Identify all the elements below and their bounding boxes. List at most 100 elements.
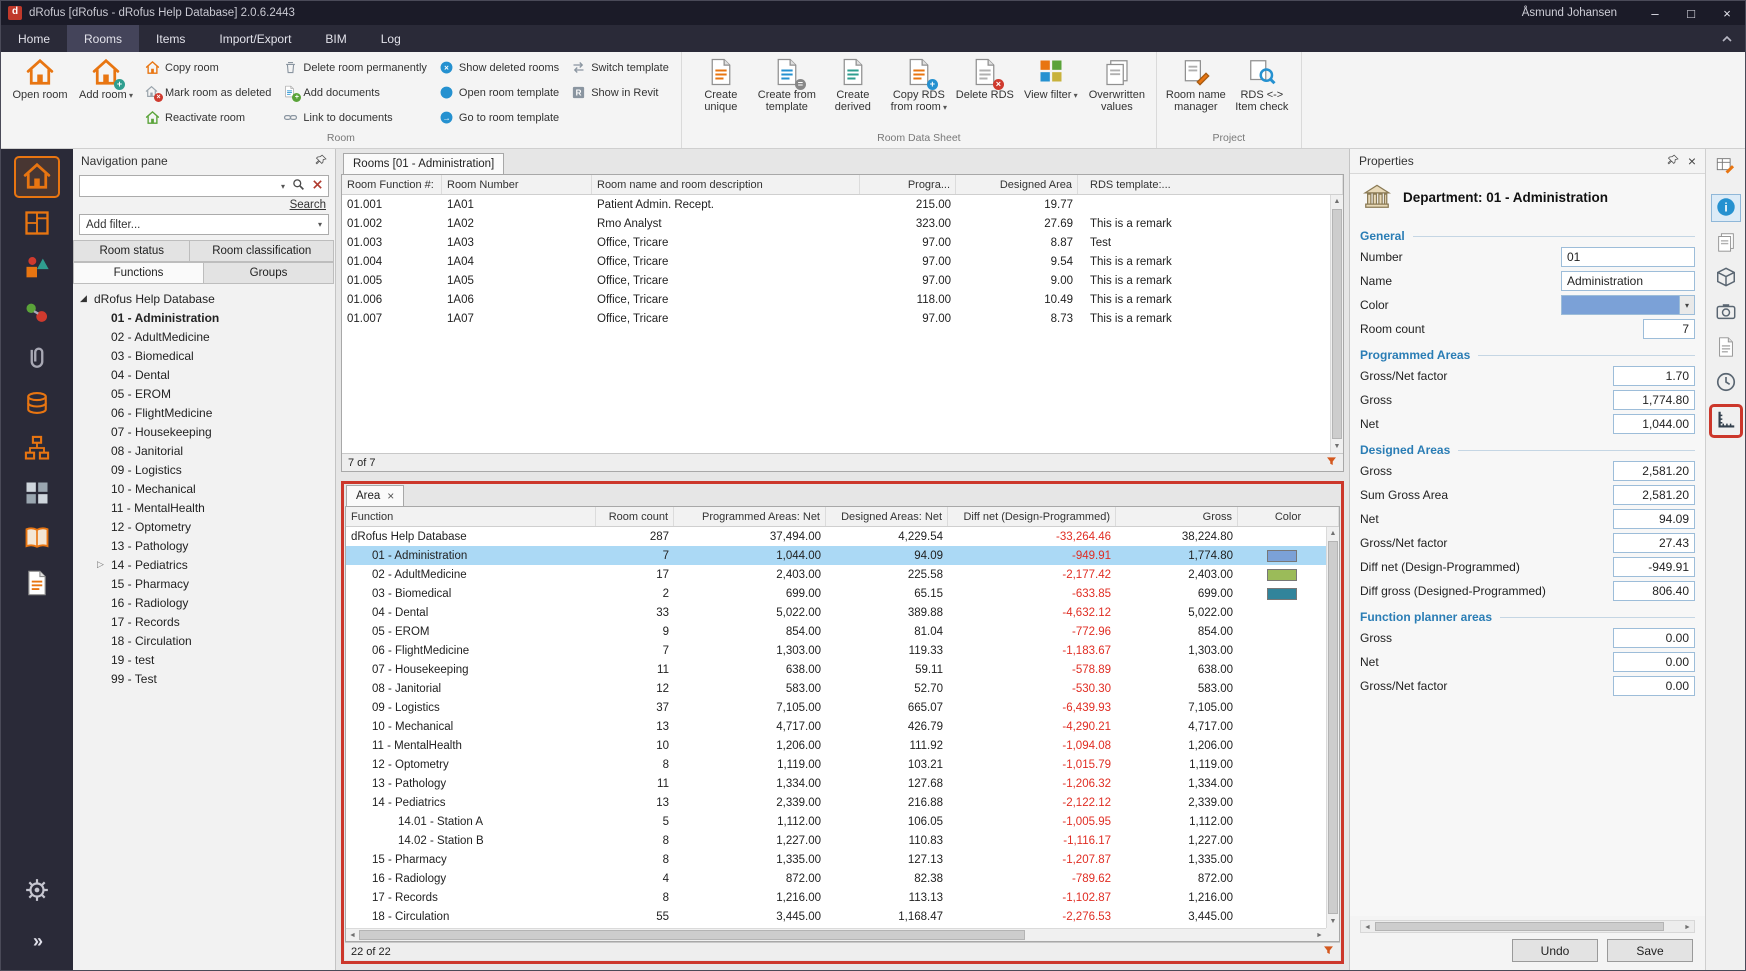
area-table-row[interactable]: 10 - Mechanical134,717.00426.79-4,290.21…	[346, 717, 1326, 736]
link-to-documents-button[interactable]: Link to documents	[278, 105, 432, 130]
close-tab-icon[interactable]: ×	[387, 489, 394, 503]
area-table-row[interactable]: 03 - Biomedical2699.0065.15-633.85699.00	[346, 584, 1326, 603]
tree-item-12-optometry[interactable]: 12 - Optometry	[73, 517, 335, 536]
area-table-row[interactable]: 14.02 - Station B81,227.00110.83-1,116.1…	[346, 831, 1326, 850]
rooms-vertical-scrollbar[interactable]: ▲ ▼	[1330, 195, 1343, 453]
create-from-template-button[interactable]: =Create from template	[754, 54, 820, 132]
tree-item-01-administration[interactable]: 01 - Administration	[73, 308, 335, 327]
sidebar-item-home[interactable]	[14, 156, 60, 198]
tree-item-11-mentalhealth[interactable]: 11 - MentalHealth	[73, 498, 335, 517]
maximize-button[interactable]: □	[1673, 1, 1709, 25]
column-header-progra[interactable]: Progra...	[860, 175, 956, 194]
tool-document[interactable]	[1711, 334, 1741, 362]
tree-expand-icon[interactable]: ▷	[97, 559, 111, 570]
pin-icon[interactable]	[315, 154, 327, 169]
tree-item-15-pharmacy[interactable]: 15 - Pharmacy	[73, 574, 335, 593]
tab-room-classification[interactable]: Room classification	[189, 240, 334, 262]
column-header-diff-net-design-programmed[interactable]: Diff net (Design-Programmed)	[948, 507, 1116, 526]
tree-item-02-adultmedicine[interactable]: 02 - AdultMedicine	[73, 327, 335, 346]
area-table-row[interactable]: 18 - Circulation553,445.001,168.47-2,276…	[346, 907, 1326, 926]
sidebar-item-functions[interactable]	[14, 431, 60, 468]
tree-item-07-housekeeping[interactable]: 07 - Housekeeping	[73, 422, 335, 441]
tool-model-3d[interactable]	[1711, 264, 1741, 292]
menu-tab-bim[interactable]: BIM	[308, 25, 363, 52]
delete-rds-button[interactable]: ×Delete RDS	[952, 54, 1018, 132]
clear-search-icon[interactable]	[312, 179, 323, 193]
rooms-table-row[interactable]: 01.0021A02Rmo Analyst323.0027.69This is …	[342, 214, 1330, 233]
column-header-room-number[interactable]: Room Number	[442, 175, 592, 194]
area-table-row[interactable]: 08 - Janitorial12583.0052.70-530.30583.0…	[346, 679, 1326, 698]
color-picker[interactable]: ▾	[1561, 295, 1695, 315]
area-table-row[interactable]: 12 - Optometry81,119.00103.21-1,015.791,…	[346, 755, 1326, 774]
go-to-room-template-button[interactable]: →Go to room template	[434, 105, 564, 130]
show-deleted-rooms-button[interactable]: ×Show deleted rooms	[434, 55, 564, 80]
copy-room-button[interactable]: Copy room	[140, 55, 276, 80]
overwritten-values-button[interactable]: Overwritten values	[1084, 54, 1150, 132]
tree-item-09-logistics[interactable]: 09 - Logistics	[73, 460, 335, 479]
rooms-table-row[interactable]: 01.0051A05Office, Tricare97.009.00This i…	[342, 271, 1330, 290]
column-header-function[interactable]: Function	[346, 507, 596, 526]
search-input[interactable]: ▾	[79, 175, 329, 197]
rooms-tab[interactable]: Rooms [01 - Administration]	[343, 153, 504, 174]
column-header-programmed-areas-net[interactable]: Programmed Areas: Net	[674, 507, 826, 526]
switch-template-button[interactable]: Switch template	[566, 55, 674, 80]
sidebar-item-buildings[interactable]	[14, 476, 60, 513]
net-field[interactable]: 1,044.00	[1613, 414, 1695, 434]
tab-functions[interactable]: Functions	[73, 262, 204, 284]
sidebar-item-accounting[interactable]	[14, 386, 60, 423]
menu-tab-items[interactable]: Items	[139, 25, 202, 52]
gross-field[interactable]: 2,581.20	[1613, 461, 1695, 481]
menu-tab-log[interactable]: Log	[364, 25, 418, 52]
tool-grid-edit[interactable]	[1711, 153, 1741, 181]
rooms-table-row[interactable]: 01.0061A06Office, Tricare118.0010.49This…	[342, 290, 1330, 309]
area-table-row[interactable]: 16 - Radiology4872.0082.38-789.62872.00	[346, 869, 1326, 888]
open-room-template-button[interactable]: Open room template	[434, 80, 564, 105]
sidebar-item-settings[interactable]	[14, 873, 60, 910]
filter-icon[interactable]	[1326, 456, 1337, 470]
close-panel-icon[interactable]: ×	[1688, 153, 1696, 169]
area-table-row[interactable]: 15 - Pharmacy81,335.00127.13-1,207.871,3…	[346, 850, 1326, 869]
tree-item-19-test[interactable]: 19 - test	[73, 650, 335, 669]
tree-item-18-circulation[interactable]: 18 - Circulation	[73, 631, 335, 650]
tree-item-17-records[interactable]: 17 - Records	[73, 612, 335, 631]
menu-tab-import-export[interactable]: Import/Export	[202, 25, 308, 52]
tree-item-05-erom[interactable]: 05 - EROM	[73, 384, 335, 403]
area-table-row[interactable]: 07 - Housekeeping11638.0059.11-578.89638…	[346, 660, 1326, 679]
tab-groups[interactable]: Groups	[203, 262, 334, 284]
search-icon[interactable]	[292, 178, 305, 194]
area-table-row[interactable]: 11 - MentalHealth101,206.00111.92-1,094.…	[346, 736, 1326, 755]
column-header-color[interactable]: Color	[1238, 507, 1339, 526]
area-table-row[interactable]: 01 - Administration71,044.0094.09-949.91…	[346, 546, 1326, 565]
gross-net-factor-field[interactable]: 1.70	[1613, 366, 1695, 386]
sidebar-item-expand[interactable]: »	[14, 923, 60, 960]
search-link[interactable]: Search	[290, 199, 326, 211]
tree-item-04-dental[interactable]: 04 - Dental	[73, 365, 335, 384]
area-table-row[interactable]: 09 - Logistics377,105.00665.07-6,439.937…	[346, 698, 1326, 717]
tree-item-14-pediatrics[interactable]: ▷14 - Pediatrics	[73, 555, 335, 574]
rds-item-check-button[interactable]: RDS <-> Item check	[1229, 54, 1295, 132]
tree-item-06-flightmedicine[interactable]: 06 - FlightMedicine	[73, 403, 335, 422]
menu-tab-rooms[interactable]: Rooms	[67, 25, 139, 52]
name-field[interactable]: Administration	[1561, 271, 1695, 291]
gross-net-factor-field[interactable]: 0.00	[1613, 676, 1695, 696]
net-field[interactable]: 0.00	[1613, 652, 1695, 672]
search-dropdown-icon[interactable]: ▾	[281, 182, 285, 191]
rooms-table-row[interactable]: 01.0041A04Office, Tricare97.009.54This i…	[342, 252, 1330, 271]
diff-gross-designed-programmed-field[interactable]: 806.40	[1613, 581, 1695, 601]
sidebar-item-systems[interactable]	[14, 296, 60, 333]
gross-field[interactable]: 0.00	[1613, 628, 1695, 648]
save-button[interactable]: Save	[1607, 939, 1693, 962]
tree-item-08-janitorial[interactable]: 08 - Janitorial	[73, 441, 335, 460]
sidebar-item-items[interactable]	[14, 251, 60, 288]
tool-area-measure[interactable]	[1709, 404, 1743, 438]
add-room-button[interactable]: +Add room ▾	[73, 54, 139, 132]
tree-item-10-mechanical[interactable]: 10 - Mechanical	[73, 479, 335, 498]
area-table-row[interactable]: 13 - Pathology111,334.00127.68-1,206.321…	[346, 774, 1326, 793]
tool-history[interactable]	[1711, 369, 1741, 397]
diff-net-design-programmed-field[interactable]: -949.91	[1613, 557, 1695, 577]
collapse-ribbon-icon[interactable]	[1709, 25, 1745, 52]
column-header-designed-area[interactable]: Designed Area	[956, 175, 1078, 194]
gross-field[interactable]: 1,774.80	[1613, 390, 1695, 410]
room-count-field[interactable]: 7	[1643, 319, 1695, 339]
tool-info[interactable]: i	[1711, 194, 1741, 222]
